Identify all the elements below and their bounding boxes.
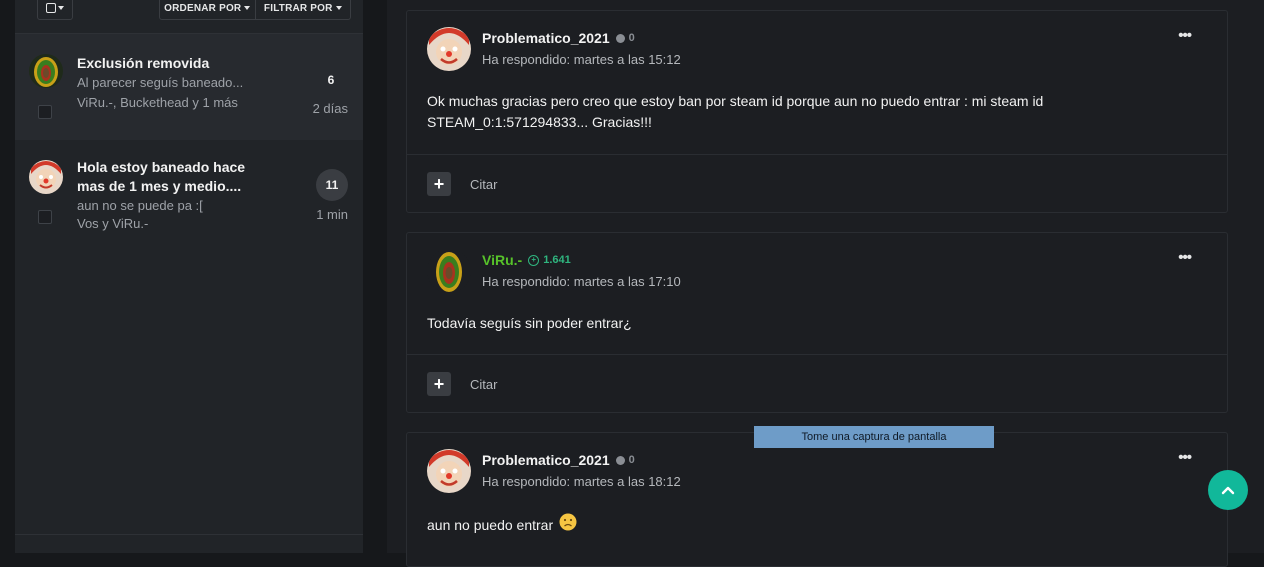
caret-down-icon: [58, 6, 64, 10]
multiquote-plus-button[interactable]: +: [427, 372, 451, 396]
conversation-participants: Vos y ViRu.-: [77, 216, 149, 231]
conversation-checkbox[interactable]: [38, 105, 52, 119]
conversation-snippet: aun no se puede pa :[: [77, 198, 203, 213]
scroll-to-top-button[interactable]: [1208, 470, 1248, 510]
post-options-menu[interactable]: •••: [1178, 250, 1192, 265]
offline-status-icon: [615, 455, 625, 465]
post-meta: Ha respondido: martes a las 18:12: [482, 474, 681, 489]
message-post: Problematico_2021 0 Ha respondido: marte…: [406, 432, 1228, 567]
filter-by-button[interactable]: FILTRAR POR: [254, 0, 351, 19]
checkbox-icon: [46, 3, 56, 13]
reputation-count: 1.641: [543, 254, 571, 266]
sad-face-emoji-icon: [559, 513, 577, 537]
messages-toolbar: ORDENAR POR FILTRAR POR: [15, 0, 363, 34]
post-options-menu[interactable]: •••: [1178, 450, 1192, 465]
author-name[interactable]: Problematico_2021: [482, 30, 610, 46]
offline-status-icon: [615, 33, 625, 43]
post-divider: [407, 354, 1227, 355]
reputation-count: 0: [628, 454, 635, 466]
conversation-snippet: Al parecer seguís baneado...: [77, 75, 244, 90]
reputation-count: 0: [628, 32, 635, 44]
caret-down-icon: [244, 6, 251, 10]
quote-button[interactable]: Citar: [470, 377, 497, 392]
post-body: Todavía seguís sin poder entrar¿: [427, 315, 632, 331]
sort-filter-group: ORDENAR POR FILTRAR POR: [159, 0, 351, 20]
filter-by-label: FILTRAR POR: [263, 2, 333, 14]
screenshot-hint-bar[interactable]: Tome una captura de pantalla: [754, 426, 994, 448]
rasta-lion-avatar[interactable]: [427, 249, 471, 293]
conversation-time: 1 min: [316, 207, 348, 222]
author-name[interactable]: ViRu.-: [482, 252, 522, 268]
reply-count-badge: 11: [316, 169, 348, 201]
conversation-participants: ViRu.-, Buckethead y 1 más: [77, 95, 238, 110]
conversation-panel: Problematico_2021 0 Ha respondido: marte…: [387, 0, 1264, 567]
sidebar-footer: [15, 534, 363, 553]
chevron-up-icon: [1221, 486, 1235, 495]
conversation-item[interactable]: Exclusión removida Al parecer seguís ban…: [15, 34, 363, 140]
clown-avatar[interactable]: [427, 27, 471, 71]
sort-by-label: ORDENAR POR: [164, 2, 242, 14]
post-body-container: aun no puedo entrar: [427, 513, 1087, 537]
conversation-title: Exclusión removida: [77, 55, 210, 71]
post-divider: [407, 154, 1227, 155]
select-all-dropdown[interactable]: [37, 0, 73, 20]
conversation-item[interactable]: Hola estoy baneado hace mas de 1 mes y m…: [15, 140, 363, 250]
post-options-menu[interactable]: •••: [1178, 28, 1192, 43]
clown-avatar: [29, 160, 63, 194]
message-post: ViRu.- + 1.641 Ha respondido: martes a l…: [406, 232, 1228, 413]
quote-button[interactable]: Citar: [470, 177, 497, 192]
multiquote-plus-button[interactable]: +: [427, 172, 451, 196]
post-author: ViRu.- + 1.641: [482, 252, 571, 268]
caret-down-icon: [335, 6, 342, 10]
conversation-title: Hola estoy baneado hace mas de 1 mes y m…: [77, 159, 246, 194]
conversation-checkbox[interactable]: [38, 210, 52, 224]
post-body: Ok muchas gracias pero creo que estoy ba…: [427, 93, 1044, 130]
message-post: Problematico_2021 0 Ha respondido: marte…: [406, 10, 1228, 213]
clown-avatar[interactable]: [427, 449, 471, 493]
reputation-plus-icon: +: [528, 254, 540, 266]
post-body: aun no puedo entrar: [427, 516, 554, 533]
reply-count-badge: 6: [327, 73, 335, 87]
rasta-lion-avatar: [29, 54, 63, 88]
messages-sidebar: ORDENAR POR FILTRAR POR Exclusión removi…: [15, 0, 363, 553]
post-author: Problematico_2021 0: [482, 30, 635, 46]
author-name[interactable]: Problematico_2021: [482, 452, 610, 468]
post-meta: Ha respondido: martes a las 15:12: [482, 52, 681, 67]
post-meta: Ha respondido: martes a las 17:10: [482, 274, 681, 289]
post-author: Problematico_2021 0: [482, 452, 635, 468]
conversation-time: 2 días: [312, 101, 348, 116]
sort-by-button[interactable]: ORDENAR POR: [160, 0, 255, 19]
